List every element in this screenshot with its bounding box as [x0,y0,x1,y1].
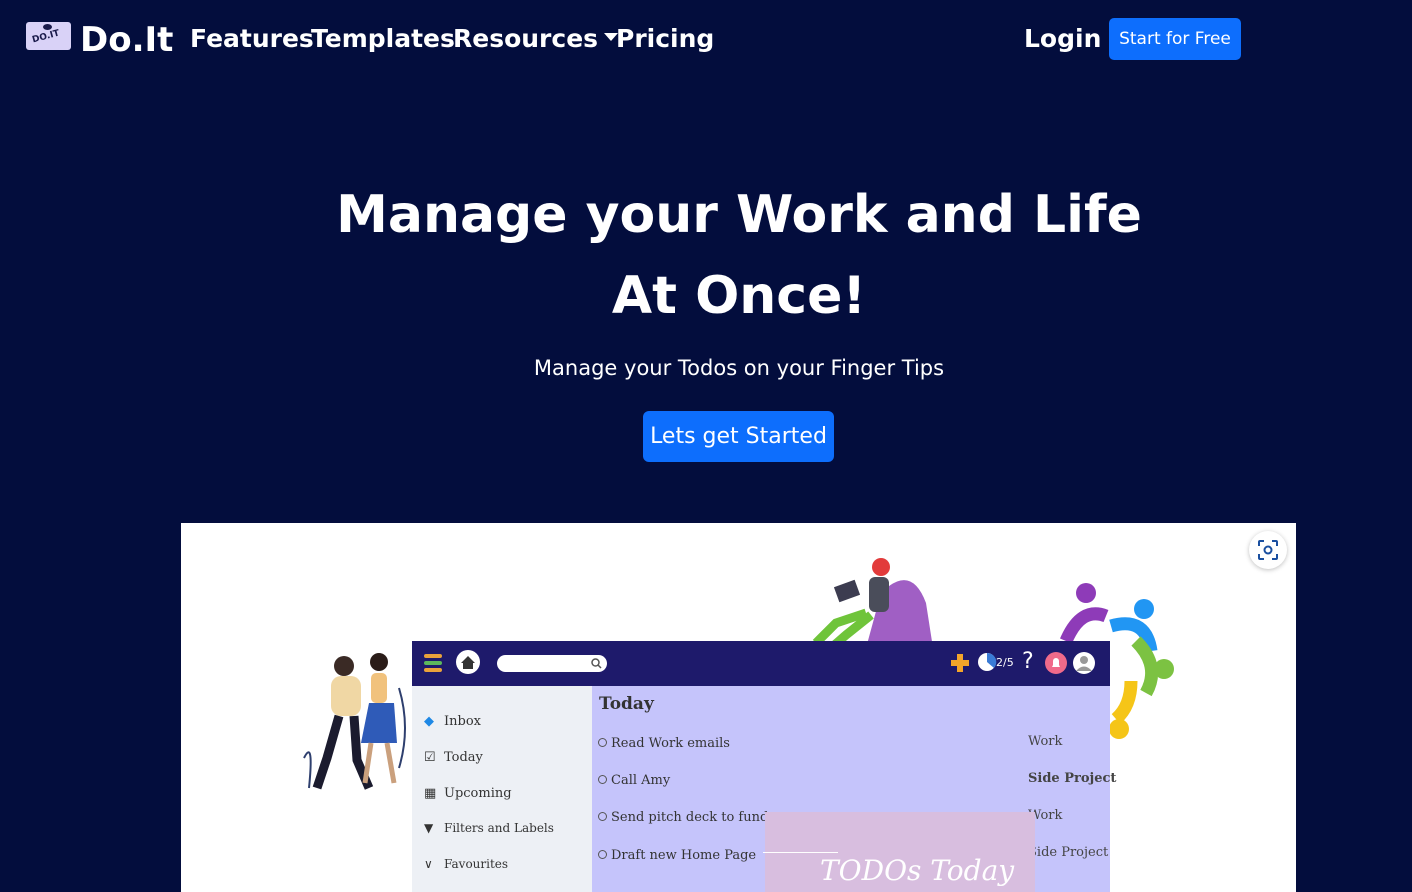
overlay-divider [763,852,838,853]
task-label: Send pitch deck to fund ra [611,810,787,825]
scan-icon [1258,540,1278,560]
calendar-check-icon: ☑ [424,750,436,765]
app-preview-window: 2/5 ? ◆ Inbox ☑ Today ▦ Upcoming ▼ Filters a… [412,641,1116,892]
logo-mark [43,24,52,30]
todos-today-overlay: TODOs Today [763,812,1035,892]
overlay-text: TODOs Today [820,854,1015,887]
sidebar-item-today: ☑ Today [424,750,483,765]
get-started-button[interactable]: Lets get Started [643,411,834,462]
app-sidebar: ◆ Inbox ☑ Today ▦ Upcoming ▼ Filters and Lab… [412,686,592,892]
progress-pie-icon [978,652,997,671]
hero-title-line1: Manage your Work and Life [336,185,1142,245]
sidebar-item-filters: ▼ Filters and Labels [424,821,554,835]
sidebar-item-label: Today [444,750,483,765]
hero-subtitle: Manage your Todos on your Finger Tips [533,356,945,380]
search-icon [591,658,602,669]
brand-name[interactable]: Do.It [80,20,173,60]
task-checkbox-icon [598,812,607,821]
sidebar-item-label: Upcoming [444,786,512,801]
inbox-icon: ◆ [424,714,434,729]
project-tag: Side Project [1028,845,1109,860]
calendar-icon: ▦ [424,786,437,801]
task-item: Draft new Home Page [598,848,756,863]
home-icon [456,650,480,674]
start-free-button[interactable]: Start for Free [1109,18,1241,60]
task-item: Read Work emails [598,736,730,751]
task-label: Read Work emails [611,736,730,751]
bell-icon [1045,652,1067,674]
person-with-laptop-illustration [812,558,933,648]
task-checkbox-icon [598,850,607,859]
sidebar-item-favourites: ∨ Favourites [424,857,508,871]
task-label: Draft new Home Page [611,848,757,863]
sidebar-item-label: Inbox [444,714,481,729]
nav-templates[interactable]: Templates [311,24,455,53]
hero-title-line2: At Once! [611,266,867,326]
dancing-couple-illustration [303,653,406,790]
task-item: Send pitch deck to fund ra [598,810,786,825]
sidebar-item-upcoming: ▦ Upcoming [424,786,512,801]
sidebar-item-label: Filters and Labels [444,821,554,835]
login-link[interactable]: Login [1024,24,1101,53]
app-search-bar [497,655,607,672]
progress-counter: 2/5 [996,656,1014,669]
visual-search-button[interactable] [1249,531,1287,569]
project-tag: Work [1028,734,1063,749]
app-top-bar: 2/5 ? [412,641,1110,686]
navbar: DO.IT Do.It Features Templates Resources… [0,0,1412,82]
chevron-down-icon: ∨ [424,857,433,871]
nav-resources-label: Resources [453,24,599,53]
task-checkbox-icon [598,775,607,784]
project-tag: Side Project [1028,771,1117,786]
user-avatar-icon [1073,652,1095,674]
task-item: Call Amy [598,773,670,788]
task-checkbox-icon [598,738,607,747]
hero-illustration: 2/5 ? ◆ Inbox ☑ Today ▦ Upcoming ▼ Filters a… [181,523,1296,892]
help-icon: ? [1022,649,1034,674]
sidebar-item-inbox: ◆ Inbox [424,714,481,729]
nav-pricing[interactable]: Pricing [616,24,714,53]
filter-icon: ▼ [424,821,434,835]
main-title: Today [599,694,654,714]
nav-features[interactable]: Features [190,24,314,53]
menu-icon [424,654,442,672]
logo[interactable]: DO.IT [26,22,71,50]
nav-resources[interactable]: Resources [453,24,619,53]
task-label: Call Amy [611,773,671,788]
plus-icon [951,654,969,672]
sidebar-item-label: Favourites [444,857,509,871]
logo-text: DO.IT [31,28,61,46]
